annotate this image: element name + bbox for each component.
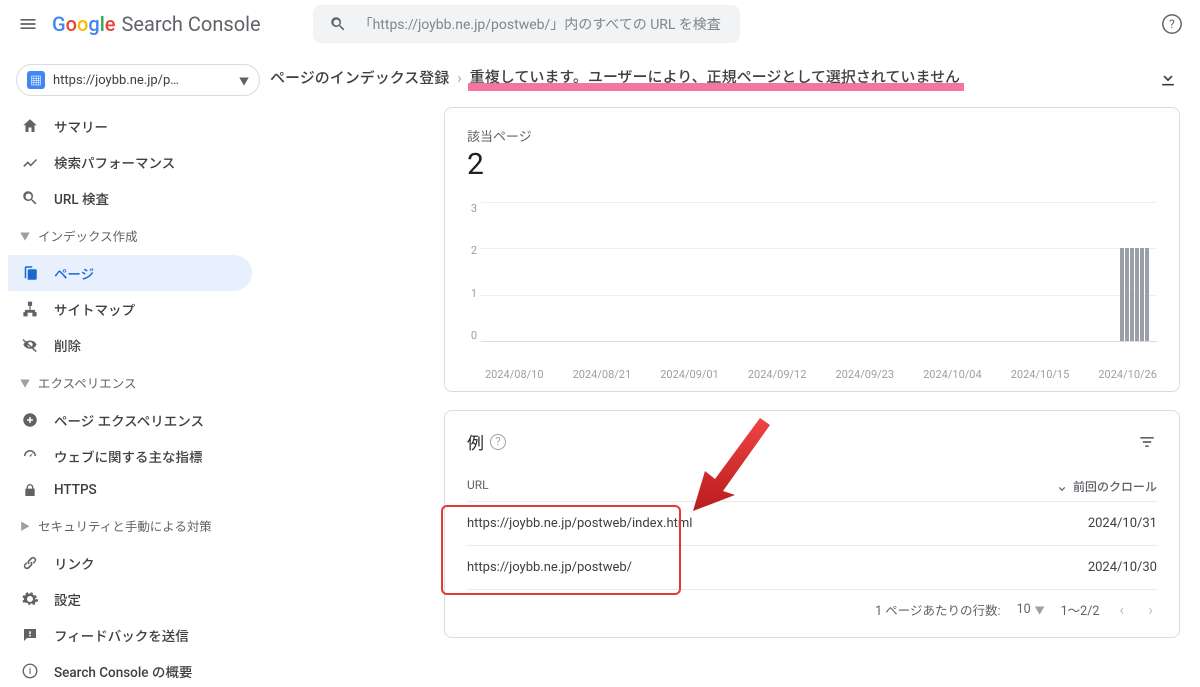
sidebar-item-pages[interactable]: ページ <box>8 255 252 291</box>
info-icon: i <box>20 662 40 680</box>
property-label: https://joybb.ne.jp/p… <box>53 73 231 88</box>
row-date: 2024/10/30 <box>977 560 1157 575</box>
rows-per-page-select[interactable]: 10 ▼ <box>1017 602 1045 617</box>
sidebar: ▦ https://joybb.ne.jp/p… ▼ サマリー 検索パフォーマン… <box>0 48 264 687</box>
next-page-button[interactable]: › <box>1144 600 1157 619</box>
add-circle-icon <box>20 411 40 429</box>
sidebar-item-summary[interactable]: サマリー <box>8 108 252 144</box>
nav-label: ページ <box>54 263 94 283</box>
sidebar-item-https[interactable]: HTTPS <box>8 474 252 506</box>
feedback-icon <box>20 626 40 644</box>
svg-text:?: ? <box>1169 17 1175 31</box>
search-placeholder: 「https://joybb.ne.jp/postweb/」内のすべての URL… <box>359 14 721 34</box>
nav-label: URL 検査 <box>54 188 109 208</box>
nav-label: HTTPS <box>54 482 97 498</box>
table-header-row: URL 前回のクロール <box>467 454 1157 502</box>
breadcrumb-parent[interactable]: ページのインデックス登録 <box>270 67 449 88</box>
nav-label: サマリー <box>54 116 108 136</box>
chart-value: 2 <box>467 147 1157 182</box>
prev-page-button[interactable]: ‹ <box>1115 600 1128 619</box>
nav-label: 設定 <box>54 589 81 609</box>
pages-icon <box>20 264 40 282</box>
help-icon[interactable]: ? <box>1160 12 1184 36</box>
sidebar-item-sitemaps[interactable]: サイトマップ <box>8 291 252 327</box>
x-axis: 2024/08/10 2024/08/21 2024/09/01 2024/09… <box>467 362 1157 381</box>
affected-pages-card: 該当ページ 2 3 2 1 0 <box>444 107 1180 392</box>
examples-card: 例 ? URL 前回のクロール <box>444 410 1180 638</box>
col-url[interactable]: URL <box>467 478 977 495</box>
chevron-right-icon: › <box>457 69 462 87</box>
sidebar-item-links[interactable]: リンク <box>8 545 252 581</box>
sidebar-item-about[interactable]: i Search Console の概要 <box>8 653 252 687</box>
logo-text: Search Console <box>122 12 261 36</box>
svg-text:i: i <box>29 667 31 677</box>
sidebar-group-security[interactable]: ▶セキュリティと手動による対策 <box>8 506 264 545</box>
row-date: 2024/10/31 <box>977 516 1157 531</box>
main-content: ページのインデックス登録 › 重複しています。ユーザーにより、正規ページとして選… <box>264 48 1200 687</box>
page-range: 1～2/2 <box>1061 600 1100 619</box>
filter-icon[interactable] <box>1137 432 1157 452</box>
examples-title: 例 <box>467 429 484 454</box>
sidebar-item-performance[interactable]: 検索パフォーマンス <box>8 144 252 180</box>
logo[interactable]: Google Search Console <box>52 12 261 36</box>
sidebar-item-removals[interactable]: 削除 <box>8 327 252 363</box>
chevron-down-icon: ▼ <box>239 73 249 88</box>
nav-label: 検索パフォーマンス <box>54 152 175 172</box>
url-inspect-search[interactable]: 「https://joybb.ne.jp/postweb/」内のすべての URL… <box>313 5 741 43</box>
breadcrumb-current: 重複しています。ユーザーにより、正規ページとして選択されていません <box>470 68 960 86</box>
lock-icon <box>20 482 40 498</box>
nav-label: ページ エクスペリエンス <box>54 410 204 430</box>
rows-per-page-label: 1 ページあたりの行数: <box>875 600 1000 619</box>
help-icon[interactable]: ? <box>490 434 506 450</box>
col-last-crawl[interactable]: 前回のクロール <box>977 478 1157 495</box>
gear-icon <box>20 590 40 608</box>
sidebar-item-cwv[interactable]: ウェブに関する主な指標 <box>8 438 252 474</box>
sidebar-group-experience[interactable]: ▼エクスペリエンス <box>8 363 264 402</box>
breadcrumb: ページのインデックス登録 › 重複しています。ユーザーにより、正規ページとして選… <box>268 60 1180 101</box>
chevron-down-icon: ▼ <box>1035 602 1045 617</box>
sidebar-item-url-inspect[interactable]: URL 検査 <box>8 180 252 216</box>
property-selector[interactable]: ▦ https://joybb.ne.jp/p… ▼ <box>16 64 260 96</box>
nav-label: フィードバックを送信 <box>54 625 189 645</box>
nav-label: ウェブに関する主な指標 <box>54 446 203 466</box>
search-icon <box>20 189 40 207</box>
arrow-down-icon <box>1055 480 1069 494</box>
trending-icon <box>20 153 40 171</box>
sidebar-item-page-exp[interactable]: ページ エクスペリエンス <box>8 402 252 438</box>
nav-label: Search Console の概要 <box>54 661 192 681</box>
sidebar-group-indexing[interactable]: ▼インデックス作成 <box>8 216 264 255</box>
sidebar-item-settings[interactable]: 設定 <box>8 581 252 617</box>
home-icon <box>20 117 40 135</box>
nav-label: リンク <box>54 553 95 573</box>
search-icon <box>329 15 347 33</box>
nav-label: 削除 <box>54 335 81 355</box>
menu-icon[interactable] <box>16 12 40 36</box>
chart-plot[interactable] <box>481 202 1157 342</box>
chart-title: 該当ページ <box>467 126 1157 145</box>
y-axis: 3 2 1 0 <box>467 202 481 342</box>
app-header: Google Search Console 「https://joybb.ne.… <box>0 0 1200 48</box>
link-icon <box>20 554 40 572</box>
speed-icon <box>20 447 40 465</box>
download-icon[interactable] <box>1158 68 1178 88</box>
visibility-off-icon <box>20 336 40 354</box>
sitemap-icon <box>20 300 40 318</box>
sidebar-item-feedback[interactable]: フィードバックを送信 <box>8 617 252 653</box>
nav-label: サイトマップ <box>54 299 135 319</box>
highlight-box-annotation <box>441 505 681 595</box>
property-icon: ▦ <box>27 71 45 89</box>
chart-bars <box>1120 248 1149 341</box>
